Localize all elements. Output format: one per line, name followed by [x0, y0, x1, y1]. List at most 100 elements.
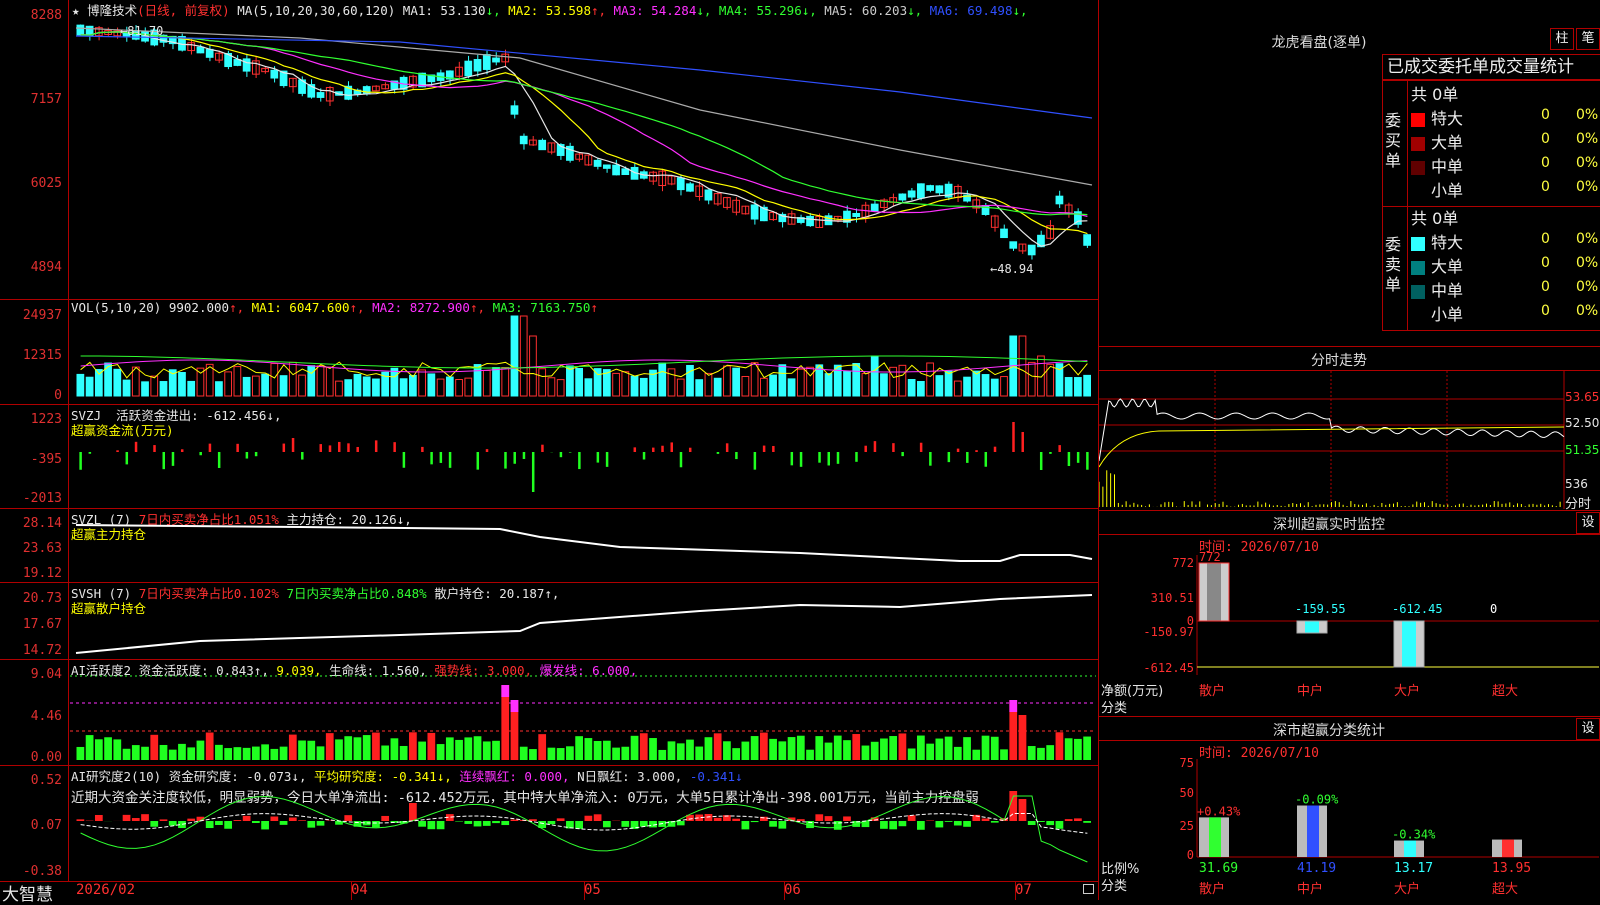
activity-bar: [354, 737, 362, 760]
volume-bar: [114, 369, 121, 396]
net-amount-chart[interactable]: 772310.510-150.97-612.45772散户-159.55中户-6…: [1099, 535, 1600, 715]
activity-bar: [603, 741, 611, 760]
monitor-value: 772: [1199, 550, 1221, 564]
research-bar: [261, 821, 269, 829]
activity-bar: [160, 745, 168, 760]
volume-bar: [1001, 377, 1008, 396]
volume-bar: [908, 380, 915, 396]
activity-bar: [391, 738, 399, 760]
volume-bar: [871, 356, 878, 396]
activity-bar: [862, 746, 870, 760]
lock-icon[interactable]: [1083, 884, 1094, 894]
research-bar: [132, 818, 140, 821]
volume-bar: [410, 375, 417, 396]
ratio-chart[interactable]: 7550250+0.43%31.69散户-0.09%41.19中户-0.34%1…: [1099, 741, 1600, 900]
order-count: 0: [1541, 179, 1550, 195]
research-bar: [427, 821, 435, 829]
volume-bar: [1019, 336, 1026, 396]
chart-area[interactable]: 8288 7157 6025 4894 ★ 博隆技术(日线, 前复权) MA(5…: [0, 0, 1098, 900]
activity-bar: [686, 740, 694, 760]
volume-bar: [345, 380, 352, 396]
research-bar: [843, 816, 851, 821]
activity-bar: [234, 747, 242, 760]
research-bar: [206, 821, 214, 828]
research-bar: [548, 821, 556, 824]
research-bar: [381, 816, 389, 821]
monitor-settings-button[interactable]: 设: [1576, 512, 1600, 534]
candle-body: [243, 59, 250, 71]
fenshi-price: 52.50: [1565, 416, 1599, 430]
volume-bar: [742, 376, 749, 396]
activity-bar: [418, 742, 426, 760]
volume-chart[interactable]: [0, 300, 1098, 404]
fund-flow-chart[interactable]: [0, 405, 1098, 508]
monitor-category: 散户: [1199, 683, 1225, 699]
research-bar: [935, 821, 943, 827]
research-bar: [224, 821, 232, 829]
research-bar: [150, 821, 158, 827]
volume-bar: [1038, 356, 1045, 396]
activity-bar: [723, 741, 731, 760]
activity-bar: [742, 742, 750, 760]
volume-bar: [363, 377, 370, 396]
color-swatch: [1411, 237, 1425, 251]
volume-bar: [622, 372, 629, 396]
research-bar: [917, 821, 925, 830]
research-bar: [705, 814, 713, 821]
order-row: 中单00%: [1411, 153, 1600, 177]
activity-bar: [197, 741, 205, 760]
class-ratio: 31.69: [1199, 861, 1238, 876]
class-settings-button[interactable]: 设: [1576, 718, 1600, 740]
activity-bar: [714, 733, 722, 760]
candle-body: [197, 47, 204, 53]
activity-peak: [1009, 700, 1017, 712]
intraday-chart[interactable]: [1099, 371, 1600, 509]
volume-bar: [474, 365, 481, 396]
order-row: 小单00%: [1411, 177, 1600, 201]
volume-bar: [1028, 362, 1035, 396]
volume-bar: [132, 367, 139, 396]
candlestick-chart[interactable]: [0, 0, 1098, 300]
activity-bar: [1000, 749, 1008, 760]
candle-body: [493, 58, 500, 62]
bar-mode-button[interactable]: 柱: [1550, 28, 1574, 50]
activity-bar: [1037, 748, 1045, 760]
color-swatch: [1411, 309, 1425, 323]
ai-activity-chart[interactable]: [0, 660, 1098, 765]
research-bar: [899, 821, 907, 826]
research-bar: [963, 821, 971, 827]
volume-bar: [567, 366, 574, 396]
volume-bar: [336, 381, 343, 396]
activity-bar: [224, 748, 232, 760]
class-ratio: 13.95: [1492, 861, 1531, 876]
class-tick: 0: [1187, 848, 1194, 862]
research-bar: [1083, 821, 1091, 823]
volume-bar: [225, 372, 232, 396]
volume-bar: [677, 379, 684, 396]
volume-bar: [456, 380, 463, 396]
volume-bar: [954, 381, 961, 396]
retail-holding-chart[interactable]: [0, 583, 1098, 659]
activity-bar: [363, 735, 371, 760]
pen-mode-button[interactable]: 笔: [1576, 28, 1600, 50]
research-bar: [418, 821, 426, 827]
volume-bar: [142, 382, 149, 396]
order-pct: 0%: [1576, 107, 1598, 123]
volume-bar: [86, 377, 93, 396]
order-count: 0: [1541, 131, 1550, 147]
research-bar: [991, 821, 999, 823]
fenshi-title: 分时走势: [1269, 350, 1409, 370]
order-row: 大单00%: [1411, 253, 1600, 277]
volume-bar: [964, 377, 971, 396]
activity-bar: [280, 747, 288, 760]
order-type-label: 大单: [1431, 257, 1463, 276]
volume-bar: [539, 369, 546, 396]
buy-side-label: 委买单: [1385, 111, 1405, 171]
volume-bar: [881, 374, 888, 396]
main-holding-chart[interactable]: [0, 509, 1098, 582]
research-bar: [1046, 821, 1054, 825]
activity-bar: [640, 733, 648, 760]
candle-body: [271, 70, 278, 78]
ai-research-chart[interactable]: [0, 766, 1098, 881]
activity-bar: [972, 750, 980, 760]
